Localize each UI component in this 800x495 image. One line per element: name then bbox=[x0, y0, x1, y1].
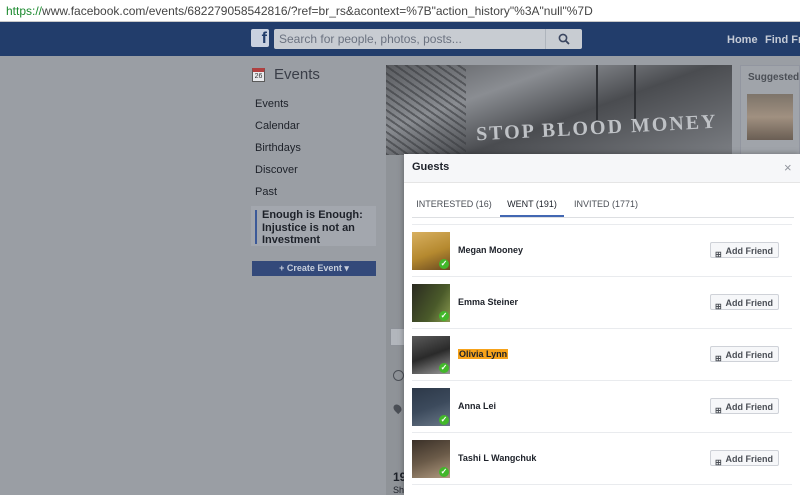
active-event-title: Enough is Enough: Injustice is not an In… bbox=[262, 209, 363, 246]
add-friend-icon: ⊞ bbox=[715, 302, 722, 311]
event-sub-fragment: Sh bbox=[393, 485, 405, 495]
list-item: ✓ Olivia Lynn ⊞ Add Friend bbox=[412, 328, 792, 381]
create-event-button[interactable]: + Create Event ▾ bbox=[252, 261, 376, 276]
add-friend-icon: ⊞ bbox=[715, 250, 722, 259]
suggested-event-thumbnail[interactable] bbox=[747, 94, 793, 140]
search-input[interactable] bbox=[274, 29, 554, 49]
dialog-title: Guests bbox=[412, 161, 450, 173]
add-friend-label: Add Friend bbox=[725, 350, 774, 360]
sidebar-item-calendar[interactable]: Calendar bbox=[255, 120, 300, 132]
facebook-logo-icon[interactable]: f bbox=[251, 29, 269, 47]
sidebar-item-birthdays[interactable]: Birthdays bbox=[255, 142, 301, 154]
cover-tower-shape bbox=[596, 65, 636, 120]
list-item: ✓ Anna Lei ⊞ Add Friend bbox=[412, 380, 792, 433]
add-friend-label: Add Friend bbox=[725, 402, 774, 412]
event-page-strip bbox=[386, 155, 404, 495]
calendar-icon: 26 bbox=[252, 68, 265, 82]
search-icon bbox=[558, 33, 570, 45]
guest-name-highlighted[interactable]: Olivia Lynn bbox=[458, 349, 509, 359]
address-bar[interactable]: https://www.facebook.com/events/68227905… bbox=[0, 0, 800, 22]
guest-name[interactable]: Anna Lei bbox=[458, 401, 496, 411]
going-check-icon: ✓ bbox=[439, 415, 449, 425]
guests-dialog: Guests × INTERESTED (16) WENT (191) INVI… bbox=[404, 154, 800, 495]
add-friend-icon: ⊞ bbox=[715, 458, 722, 467]
add-friend-button[interactable]: ⊞ Add Friend bbox=[710, 294, 779, 311]
events-heading: Events bbox=[274, 66, 320, 83]
event-cover-photo: STOP BLOOD MONEY bbox=[386, 65, 732, 155]
add-friend-button[interactable]: ⊞ Add Friend bbox=[710, 398, 779, 415]
url-scheme: https:// bbox=[6, 4, 43, 18]
facebook-top-bar: f bbox=[0, 22, 800, 56]
add-friend-button[interactable]: ⊞ Add Friend bbox=[710, 450, 779, 467]
add-friend-icon: ⊞ bbox=[715, 354, 722, 363]
avatar[interactable]: ✓ bbox=[412, 232, 450, 270]
search-button[interactable] bbox=[545, 29, 582, 49]
tab-invited[interactable]: INVITED (1771) bbox=[568, 193, 644, 217]
cover-protest-sign: STOP BLOOD MONEY bbox=[475, 110, 719, 146]
going-check-icon: ✓ bbox=[439, 311, 449, 321]
sidebar-item-events[interactable]: Events bbox=[255, 98, 289, 110]
clock-icon bbox=[393, 370, 404, 381]
search-box bbox=[274, 29, 582, 49]
going-check-icon: ✓ bbox=[439, 363, 449, 373]
sidebar-item-active-event[interactable]: Enough is Enough: Injustice is not an In… bbox=[251, 206, 376, 246]
avatar[interactable]: ✓ bbox=[412, 336, 450, 374]
guest-name[interactable]: Tashi L Wangchuk bbox=[458, 453, 536, 463]
guest-tabs: INTERESTED (16) WENT (191) INVITED (1771… bbox=[412, 193, 794, 218]
suggested-events-label: Suggested E bbox=[748, 72, 800, 83]
avatar[interactable]: ✓ bbox=[412, 284, 450, 322]
add-friend-icon: ⊞ bbox=[715, 406, 722, 415]
going-check-icon: ✓ bbox=[439, 467, 449, 477]
avatar[interactable]: ✓ bbox=[412, 440, 450, 478]
guest-list: ✓ Megan Mooney ⊞ Add Friend ✓ Emma Steine… bbox=[412, 218, 792, 495]
sidebar-item-discover[interactable]: Discover bbox=[255, 164, 298, 176]
avatar[interactable]: ✓ bbox=[412, 388, 450, 426]
cover-tree-shape bbox=[386, 65, 466, 155]
nav-home-link[interactable]: Home bbox=[727, 34, 758, 46]
list-item: ✓ Tashi L Wangchuk ⊞ Add Friend bbox=[412, 432, 792, 485]
add-friend-label: Add Friend bbox=[725, 298, 774, 308]
add-friend-label: Add Friend bbox=[725, 454, 774, 464]
nav-find-friends-link[interactable]: Find Fri bbox=[765, 34, 800, 46]
tab-went[interactable]: WENT (191) bbox=[500, 193, 564, 217]
dialog-header: Guests × bbox=[404, 154, 800, 183]
active-indicator bbox=[255, 210, 257, 244]
url-path: www.facebook.com/events/682279058542816/… bbox=[42, 4, 593, 18]
add-friend-button[interactable]: ⊞ Add Friend bbox=[710, 346, 779, 363]
close-icon[interactable]: × bbox=[784, 160, 792, 175]
tab-interested[interactable]: INTERESTED (16) bbox=[412, 193, 496, 217]
add-friend-label: Add Friend bbox=[725, 246, 774, 256]
suggested-events-box: Suggested E bbox=[740, 65, 800, 155]
list-item: ✓ Emma Steiner ⊞ Add Friend bbox=[412, 276, 792, 329]
sidebar-item-past[interactable]: Past bbox=[255, 186, 277, 198]
going-check-icon: ✓ bbox=[439, 259, 449, 269]
guest-name[interactable]: Megan Mooney bbox=[458, 245, 523, 255]
guest-name[interactable]: Emma Steiner bbox=[458, 297, 518, 307]
add-friend-button[interactable]: ⊞ Add Friend bbox=[710, 242, 779, 259]
list-item: ✓ Megan Mooney ⊞ Add Friend bbox=[412, 224, 792, 277]
